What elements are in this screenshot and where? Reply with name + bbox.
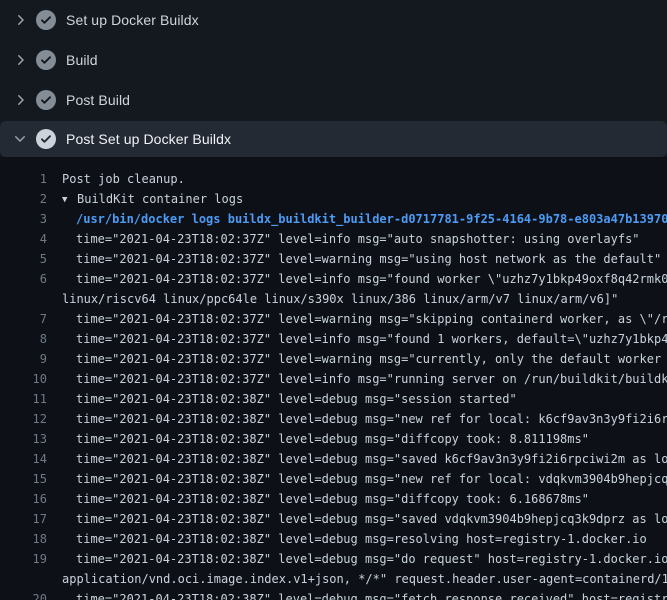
log-group-title[interactable]: BuildKit container logs [77,192,243,206]
step-row-post-build[interactable]: Post Build [0,80,667,120]
line-number[interactable]: 6 [0,269,47,289]
log-text: time="2021-04-23T18:02:37Z" level=info m… [47,329,667,349]
line-number[interactable]: 5 [0,249,47,269]
chevron-down-icon[interactable] [12,131,28,147]
log-text: time="2021-04-23T18:02:38Z" level=debug … [47,449,667,469]
log-line-9: 9time="2021-04-23T18:02:37Z" level=warni… [0,349,667,369]
log-line-6: 6time="2021-04-23T18:02:37Z" level=info … [0,269,667,289]
workflow-log-viewer: Set up Docker Buildx Build Post Build Post … [0,0,667,600]
log-area: 1Post job cleanup.2 ▼ BuildKit container l… [0,157,667,600]
step-label: Post Set up Docker Buildx [66,131,231,147]
log-line-5: 5time="2021-04-23T18:02:37Z" level=warni… [0,249,667,269]
log-text: time="2021-04-23T18:02:38Z" level=debug … [47,409,667,429]
log-text: time="2021-04-23T18:02:38Z" level=debug … [47,469,667,489]
log-group-row: ▼ BuildKit container logs [47,189,243,209]
line-number[interactable]: 14 [0,449,47,469]
log-line-11: 11time="2021-04-23T18:02:38Z" level=debu… [0,389,667,409]
log-line-8: 8time="2021-04-23T18:02:37Z" level=info … [0,329,667,349]
step-label: Set up Docker Buildx [66,12,199,28]
line-number[interactable]: 11 [0,389,47,409]
log-line-15: 15time="2021-04-23T18:02:38Z" level=debu… [0,469,667,489]
line-number[interactable]: 10 [0,369,47,389]
log-text: time="2021-04-23T18:02:37Z" level=warnin… [47,309,667,329]
line-number[interactable]: 9 [0,349,47,369]
log-text: time="2021-04-23T18:02:38Z" level=debug … [47,429,589,449]
log-line-16: 16time="2021-04-23T18:02:38Z" level=debu… [0,489,667,509]
step-label: Post Build [66,92,130,108]
line-number[interactable]: 19 [0,549,47,569]
log-text: time="2021-04-23T18:02:37Z" level=info m… [47,229,640,249]
log-line-10: 10time="2021-04-23T18:02:37Z" level=info… [0,369,667,389]
log-line-12: 12time="2021-04-23T18:02:38Z" level=debu… [0,409,667,429]
log-text: time="2021-04-23T18:02:37Z" level=info m… [47,269,667,289]
line-number [0,289,47,309]
line-number[interactable]: 20 [0,589,47,600]
log-line-14: 14time="2021-04-23T18:02:38Z" level=debu… [0,449,667,469]
log-line-18: 18time="2021-04-23T18:02:38Z" level=debu… [0,529,667,549]
chevron-right-icon[interactable] [12,12,28,28]
log-text: time="2021-04-23T18:02:38Z" level=debug … [47,589,667,600]
line-number[interactable]: 4 [0,229,47,249]
line-number[interactable]: 8 [0,329,47,349]
log-text: linux/riscv64 linux/ppc64le linux/s390x … [47,289,618,309]
check-circle-icon [36,129,56,149]
log-line-20: 20time="2021-04-23T18:02:38Z" level=debu… [0,589,667,600]
log-line-3: 3/usr/bin/docker logs buildx_buildkit_bu… [0,209,667,229]
check-circle-icon [36,10,56,30]
line-number[interactable]: 17 [0,509,47,529]
line-number [0,569,47,589]
log-line-19: 19time="2021-04-23T18:02:38Z" level=debu… [0,549,667,569]
log-line-4: 4time="2021-04-23T18:02:37Z" level=info … [0,229,667,249]
line-number[interactable]: 3 [0,209,47,229]
steps-list: Set up Docker Buildx Build Post Build Post … [0,0,667,157]
line-number[interactable]: 1 [0,169,47,189]
line-number[interactable]: 18 [0,529,47,549]
line-number[interactable]: 2 [0,189,47,209]
log-line-17: 17time="2021-04-23T18:02:38Z" level=debu… [0,509,667,529]
log-line-continuation: application/vnd.oci.image.index.v1+json,… [0,569,667,589]
log-text: time="2021-04-23T18:02:37Z" level=warnin… [47,349,667,369]
command-text: /usr/bin/docker logs buildx_buildkit_bui… [47,209,667,229]
log-line-1: 1Post job cleanup. [0,169,667,189]
chevron-right-icon[interactable] [12,52,28,68]
line-number[interactable]: 12 [0,409,47,429]
step-row-build[interactable]: Build [0,40,667,80]
check-circle-icon [36,90,56,110]
log-text: time="2021-04-23T18:02:38Z" level=debug … [47,489,589,509]
line-number[interactable]: 7 [0,309,47,329]
log-text: time="2021-04-23T18:02:38Z" level=debug … [47,389,517,409]
log-line-2: 2 ▼ BuildKit container logs [0,189,667,209]
log-text: application/vnd.oci.image.index.v1+json,… [47,569,667,589]
line-number[interactable]: 13 [0,429,47,449]
log-line-7: 7time="2021-04-23T18:02:37Z" level=warni… [0,309,667,329]
log-text: time="2021-04-23T18:02:38Z" level=debug … [47,509,667,529]
log-text: time="2021-04-23T18:02:37Z" level=warnin… [47,249,661,269]
step-row-post-set-up-docker-buildx[interactable]: Post Set up Docker Buildx [0,121,667,157]
log-line-continuation: linux/riscv64 linux/ppc64le linux/s390x … [0,289,667,309]
log-text: time="2021-04-23T18:02:38Z" level=debug … [47,529,647,549]
line-number[interactable]: 16 [0,489,47,509]
chevron-right-icon[interactable] [12,92,28,108]
step-row-set-up-docker-buildx[interactable]: Set up Docker Buildx [0,0,667,40]
line-number[interactable]: 15 [0,469,47,489]
log-text: time="2021-04-23T18:02:37Z" level=info m… [47,369,667,389]
check-circle-icon [36,50,56,70]
log-line-13: 13time="2021-04-23T18:02:38Z" level=debu… [0,429,667,449]
log-text: time="2021-04-23T18:02:38Z" level=debug … [47,549,667,569]
log-text: Post job cleanup. [47,169,185,189]
group-collapse-triangle-icon[interactable]: ▼ [62,190,72,210]
step-label: Build [66,52,98,68]
